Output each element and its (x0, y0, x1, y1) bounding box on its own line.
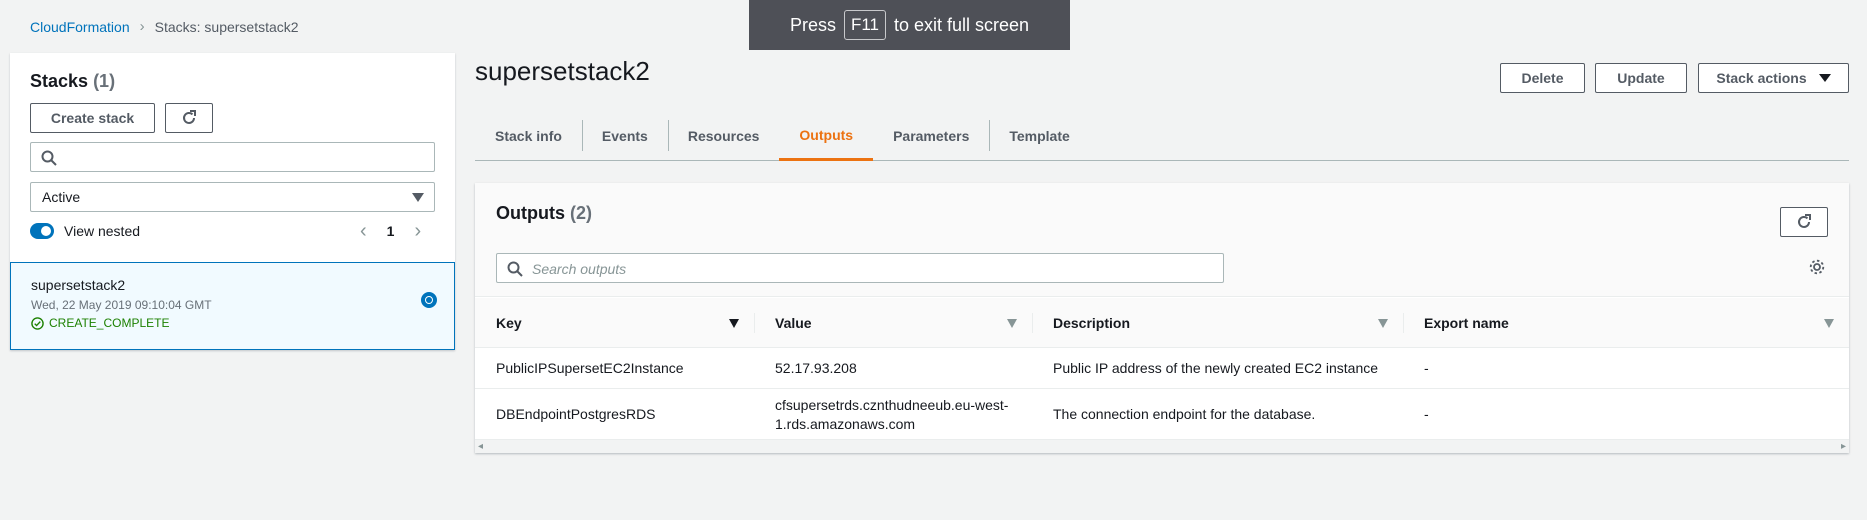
stack-status-filter-select[interactable]: Active (30, 182, 435, 212)
stacks-search-input[interactable] (30, 142, 435, 172)
table-row: DBEndpointPostgresRDS cfsupersetrds.cznt… (475, 390, 1849, 440)
stack-status-filter-value: Active (42, 189, 81, 205)
chevron-right-icon[interactable]: › (414, 221, 421, 241)
stack-select-radio[interactable] (421, 292, 437, 308)
column-header-export-name-label: Export name (1424, 315, 1509, 331)
breadcrumb: CloudFormation › Stacks: supersetstack2 (30, 18, 299, 35)
fullscreen-banner-prefix: Press (789, 14, 836, 35)
scroll-right-icon[interactable]: ▸ (1841, 441, 1846, 452)
create-stack-button[interactable]: Create stack (30, 103, 155, 133)
caret-down-icon (412, 193, 424, 202)
stack-status: CREATE_COMPLETE (31, 316, 169, 330)
output-export-name: - (1424, 406, 1429, 422)
sort-down-icon (1378, 319, 1388, 328)
view-nested-toggle[interactable] (30, 223, 54, 239)
outputs-panel: Outputs (2) Search outputs Key Value Des… (475, 183, 1849, 453)
refresh-icon (183, 110, 196, 124)
outputs-header: Outputs (2) Search outputs (475, 183, 1849, 297)
tab-parameters[interactable]: Parameters (873, 112, 989, 160)
sort-down-icon (1824, 319, 1834, 328)
scroll-left-icon[interactable]: ◂ (478, 441, 483, 452)
check-circle-icon (31, 316, 44, 330)
column-header-description-label: Description (1053, 315, 1131, 331)
output-value: 52.17.93.208 (775, 360, 857, 376)
view-nested-label: View nested (64, 223, 141, 239)
outputs-count: (2) (570, 203, 593, 223)
column-header-description[interactable]: Description (1032, 298, 1403, 348)
stack-actions-label: Stack actions (1716, 70, 1807, 86)
stack-status-text: CREATE_COMPLETE (49, 316, 170, 330)
tab-resources[interactable]: Resources (667, 112, 780, 160)
stacks-panel: Stacks (1) Create stack Active View nest… (10, 53, 455, 350)
breadcrumb-current: Stacks: supersetstack2 (154, 18, 299, 35)
update-button[interactable]: Update (1595, 63, 1687, 93)
caret-down-icon (1818, 74, 1831, 82)
output-key: PublicIPSupersetEC2Instance (496, 360, 684, 376)
column-header-key[interactable]: Key (475, 298, 754, 348)
outputs-table-header: Key Value Description Export name (475, 298, 1849, 348)
chevron-left-icon[interactable]: ‹ (360, 221, 367, 241)
outputs-search-input[interactable]: Search outputs (496, 253, 1224, 283)
tab-events[interactable]: Events (581, 112, 668, 160)
refresh-icon (1798, 214, 1811, 228)
output-key: DBEndpointPostgresRDS (496, 406, 656, 422)
refresh-stacks-button[interactable] (165, 103, 213, 133)
column-header-value[interactable]: Value (754, 298, 1032, 348)
stack-created-date: Wed, 22 May 2019 09:10:04 GMT (31, 298, 212, 312)
search-icon (507, 261, 523, 277)
search-icon (41, 150, 57, 166)
fullscreen-key: F11 (843, 10, 886, 40)
column-header-key-label: Key (496, 315, 522, 331)
sort-down-icon (1007, 319, 1017, 328)
output-description: The connection endpoint for the database… (1053, 406, 1316, 422)
output-description: Public IP address of the newly created E… (1053, 360, 1379, 376)
outputs-search-placeholder: Search outputs (532, 261, 627, 277)
outputs-title-text: Outputs (496, 203, 565, 223)
tab-outputs[interactable]: Outputs (779, 112, 874, 161)
fullscreen-banner: Press F11 to exit full screen (749, 0, 1070, 50)
stack-list-item[interactable]: supersetstack2 Wed, 22 May 2019 09:10:04… (10, 262, 455, 350)
column-header-export-name[interactable]: Export name (1403, 298, 1849, 348)
delete-button[interactable]: Delete (1500, 63, 1585, 93)
stack-actions-button[interactable]: Stack actions (1698, 63, 1849, 93)
stack-tabs: Stack info Events Resources Outputs Para… (475, 112, 1849, 161)
horizontal-scrollbar[interactable]: ◂ ▸ (475, 440, 1849, 453)
view-nested-row: View nested (30, 223, 140, 239)
stacks-pagination: ‹ 1 › (360, 221, 421, 241)
sort-down-icon (729, 319, 739, 328)
stacks-count: (1) (93, 71, 116, 91)
output-export-name: - (1424, 360, 1429, 376)
output-value: cfsupersetrds.cznthudneeub.eu-west-1.rds… (775, 396, 1009, 432)
breadcrumb-cloudformation-link[interactable]: CloudFormation (30, 19, 130, 35)
fullscreen-banner-suffix: to exit full screen (894, 14, 1030, 35)
chevron-right-icon: › (139, 18, 145, 35)
outputs-title: Outputs (2) (496, 203, 592, 224)
stacks-title-text: Stacks (30, 71, 89, 91)
table-row: PublicIPSupersetEC2Instance 52.17.93.208… (475, 349, 1849, 389)
page-title: supersetstack2 (475, 56, 650, 86)
tab-template[interactable]: Template (989, 112, 1089, 160)
gear-icon[interactable] (1808, 258, 1826, 276)
column-header-value-label: Value (775, 315, 812, 331)
stack-name: supersetstack2 (31, 277, 126, 293)
page-number[interactable]: 1 (387, 223, 395, 239)
refresh-outputs-button[interactable] (1780, 207, 1828, 237)
tab-stack-info[interactable]: Stack info (475, 112, 582, 160)
stacks-title: Stacks (1) (30, 71, 115, 92)
